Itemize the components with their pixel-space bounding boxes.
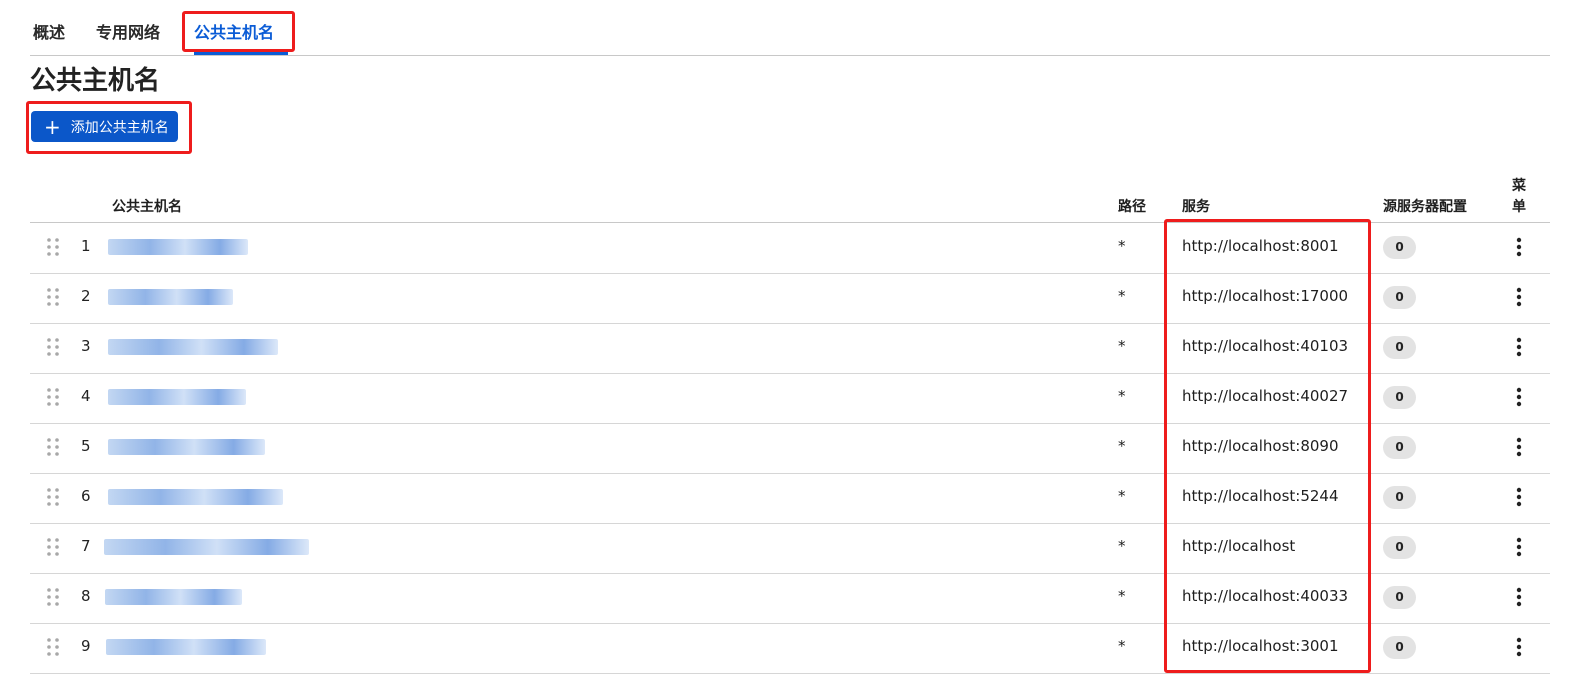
column-header-hostname: 公共主机名 bbox=[112, 199, 182, 215]
row-service: http://localhost:5244 bbox=[1182, 487, 1339, 505]
hostname-link-redacted[interactable] bbox=[106, 635, 272, 657]
redaction-blur bbox=[108, 489, 283, 505]
row-menu-kebab-icon[interactable] bbox=[1510, 235, 1528, 259]
origin-config-count-badge: 0 bbox=[1383, 636, 1416, 659]
row-index: 9 bbox=[81, 637, 91, 655]
row-index: 7 bbox=[81, 537, 91, 555]
drag-handle-icon[interactable] bbox=[47, 336, 59, 358]
origin-config-count-badge: 0 bbox=[1383, 436, 1416, 459]
row-menu-kebab-icon[interactable] bbox=[1510, 285, 1528, 309]
row-path: * bbox=[1118, 387, 1126, 405]
origin-config-count-badge: 0 bbox=[1383, 236, 1416, 259]
row-service: http://localhost:40027 bbox=[1182, 387, 1349, 405]
row-menu-kebab-icon[interactable] bbox=[1510, 635, 1528, 659]
hostname-link-redacted[interactable] bbox=[108, 435, 269, 457]
table-row: 6 * http://localhost:5244 0 bbox=[30, 473, 1550, 524]
row-service: http://localhost:40103 bbox=[1182, 337, 1349, 355]
row-index: 8 bbox=[81, 587, 91, 605]
table-row: 3 * http://localhost:40103 0 bbox=[30, 323, 1550, 374]
row-index: 5 bbox=[81, 437, 91, 455]
drag-handle-icon[interactable] bbox=[47, 636, 59, 658]
table-row: 7 * http://localhost 0 bbox=[30, 523, 1550, 574]
row-index: 1 bbox=[81, 237, 91, 255]
row-menu-kebab-icon[interactable] bbox=[1510, 485, 1528, 509]
row-path: * bbox=[1118, 287, 1126, 305]
row-path: * bbox=[1118, 637, 1126, 655]
row-menu-kebab-icon[interactable] bbox=[1510, 535, 1528, 559]
redaction-blur bbox=[108, 239, 248, 255]
row-service: http://localhost:17000 bbox=[1182, 287, 1349, 305]
drag-handle-icon[interactable] bbox=[47, 586, 59, 608]
column-header-origin-config: 源服务器配置 bbox=[1383, 199, 1467, 215]
row-path: * bbox=[1118, 337, 1126, 355]
row-path: * bbox=[1118, 487, 1126, 505]
hostname-link-redacted[interactable] bbox=[105, 585, 249, 607]
hostname-link-redacted[interactable] bbox=[108, 335, 282, 357]
hostname-link-redacted[interactable] bbox=[108, 285, 237, 307]
hostname-link-redacted[interactable] bbox=[108, 485, 287, 507]
hostname-link-redacted[interactable] bbox=[108, 385, 250, 407]
row-menu-kebab-icon[interactable] bbox=[1510, 335, 1528, 359]
add-public-hostname-button[interactable]: + 添加公共主机名 bbox=[31, 111, 178, 142]
row-path: * bbox=[1118, 437, 1126, 455]
row-index: 4 bbox=[81, 387, 91, 405]
row-path: * bbox=[1118, 537, 1126, 555]
row-service: http://localhost bbox=[1182, 537, 1296, 555]
origin-config-count-badge: 0 bbox=[1383, 336, 1416, 359]
row-menu-kebab-icon[interactable] bbox=[1510, 585, 1528, 609]
row-service: http://localhost:3001 bbox=[1182, 637, 1339, 655]
tab-overview[interactable]: 概述 bbox=[33, 12, 65, 54]
redaction-blur bbox=[108, 339, 278, 355]
hostname-link-redacted[interactable] bbox=[104, 535, 317, 557]
drag-handle-icon[interactable] bbox=[47, 486, 59, 508]
drag-handle-icon[interactable] bbox=[47, 386, 59, 408]
plus-icon: + bbox=[44, 114, 61, 139]
column-header-service: 服务 bbox=[1182, 199, 1210, 215]
drag-handle-icon[interactable] bbox=[47, 286, 59, 308]
row-service: http://localhost:40033 bbox=[1182, 587, 1349, 605]
row-index: 2 bbox=[81, 287, 91, 305]
origin-config-count-badge: 0 bbox=[1383, 586, 1416, 609]
redaction-blur bbox=[108, 389, 246, 405]
table-row: 5 * http://localhost:8090 0 bbox=[30, 423, 1550, 474]
page-title: 公共主机名 bbox=[30, 66, 161, 96]
table-row: 8 * http://localhost:40033 0 bbox=[30, 573, 1550, 624]
origin-config-count-badge: 0 bbox=[1383, 286, 1416, 309]
table-row: 1 * http://localhost:8001 0 bbox=[30, 223, 1550, 274]
table-row: 2 * http://localhost:17000 0 bbox=[30, 273, 1550, 324]
table-row: 4 * http://localhost:40027 0 bbox=[30, 373, 1550, 424]
column-header-menu: 菜单 bbox=[1512, 178, 1526, 215]
redaction-blur bbox=[104, 539, 309, 555]
table-header: 公共主机名 路径 服务 源服务器配置 菜单 bbox=[30, 170, 1550, 223]
row-index: 3 bbox=[81, 337, 91, 355]
redaction-blur bbox=[108, 289, 233, 305]
row-menu-kebab-icon[interactable] bbox=[1510, 385, 1528, 409]
origin-config-count-badge: 0 bbox=[1383, 386, 1416, 409]
tab-private-network[interactable]: 专用网络 bbox=[96, 12, 160, 54]
row-path: * bbox=[1118, 587, 1126, 605]
tab-public-hostname[interactable]: 公共主机名 bbox=[194, 12, 288, 55]
drag-handle-icon[interactable] bbox=[47, 236, 59, 258]
row-index: 6 bbox=[81, 487, 91, 505]
row-path: * bbox=[1118, 237, 1126, 255]
redaction-blur bbox=[108, 439, 265, 455]
tab-bar: 概述 专用网络 公共主机名 bbox=[30, 12, 1550, 56]
drag-handle-icon[interactable] bbox=[47, 536, 59, 558]
origin-config-count-badge: 0 bbox=[1383, 486, 1416, 509]
hostname-link-redacted[interactable] bbox=[108, 235, 252, 257]
origin-config-count-badge: 0 bbox=[1383, 536, 1416, 559]
table-row: 9 * http://localhost:3001 0 bbox=[30, 623, 1550, 674]
column-header-path: 路径 bbox=[1118, 199, 1146, 215]
row-service: http://localhost:8090 bbox=[1182, 437, 1339, 455]
redaction-blur bbox=[105, 589, 242, 605]
add-public-hostname-label: 添加公共主机名 bbox=[70, 119, 169, 136]
redaction-blur bbox=[106, 639, 266, 655]
row-menu-kebab-icon[interactable] bbox=[1510, 435, 1528, 459]
drag-handle-icon[interactable] bbox=[47, 436, 59, 458]
row-service: http://localhost:8001 bbox=[1182, 237, 1339, 255]
